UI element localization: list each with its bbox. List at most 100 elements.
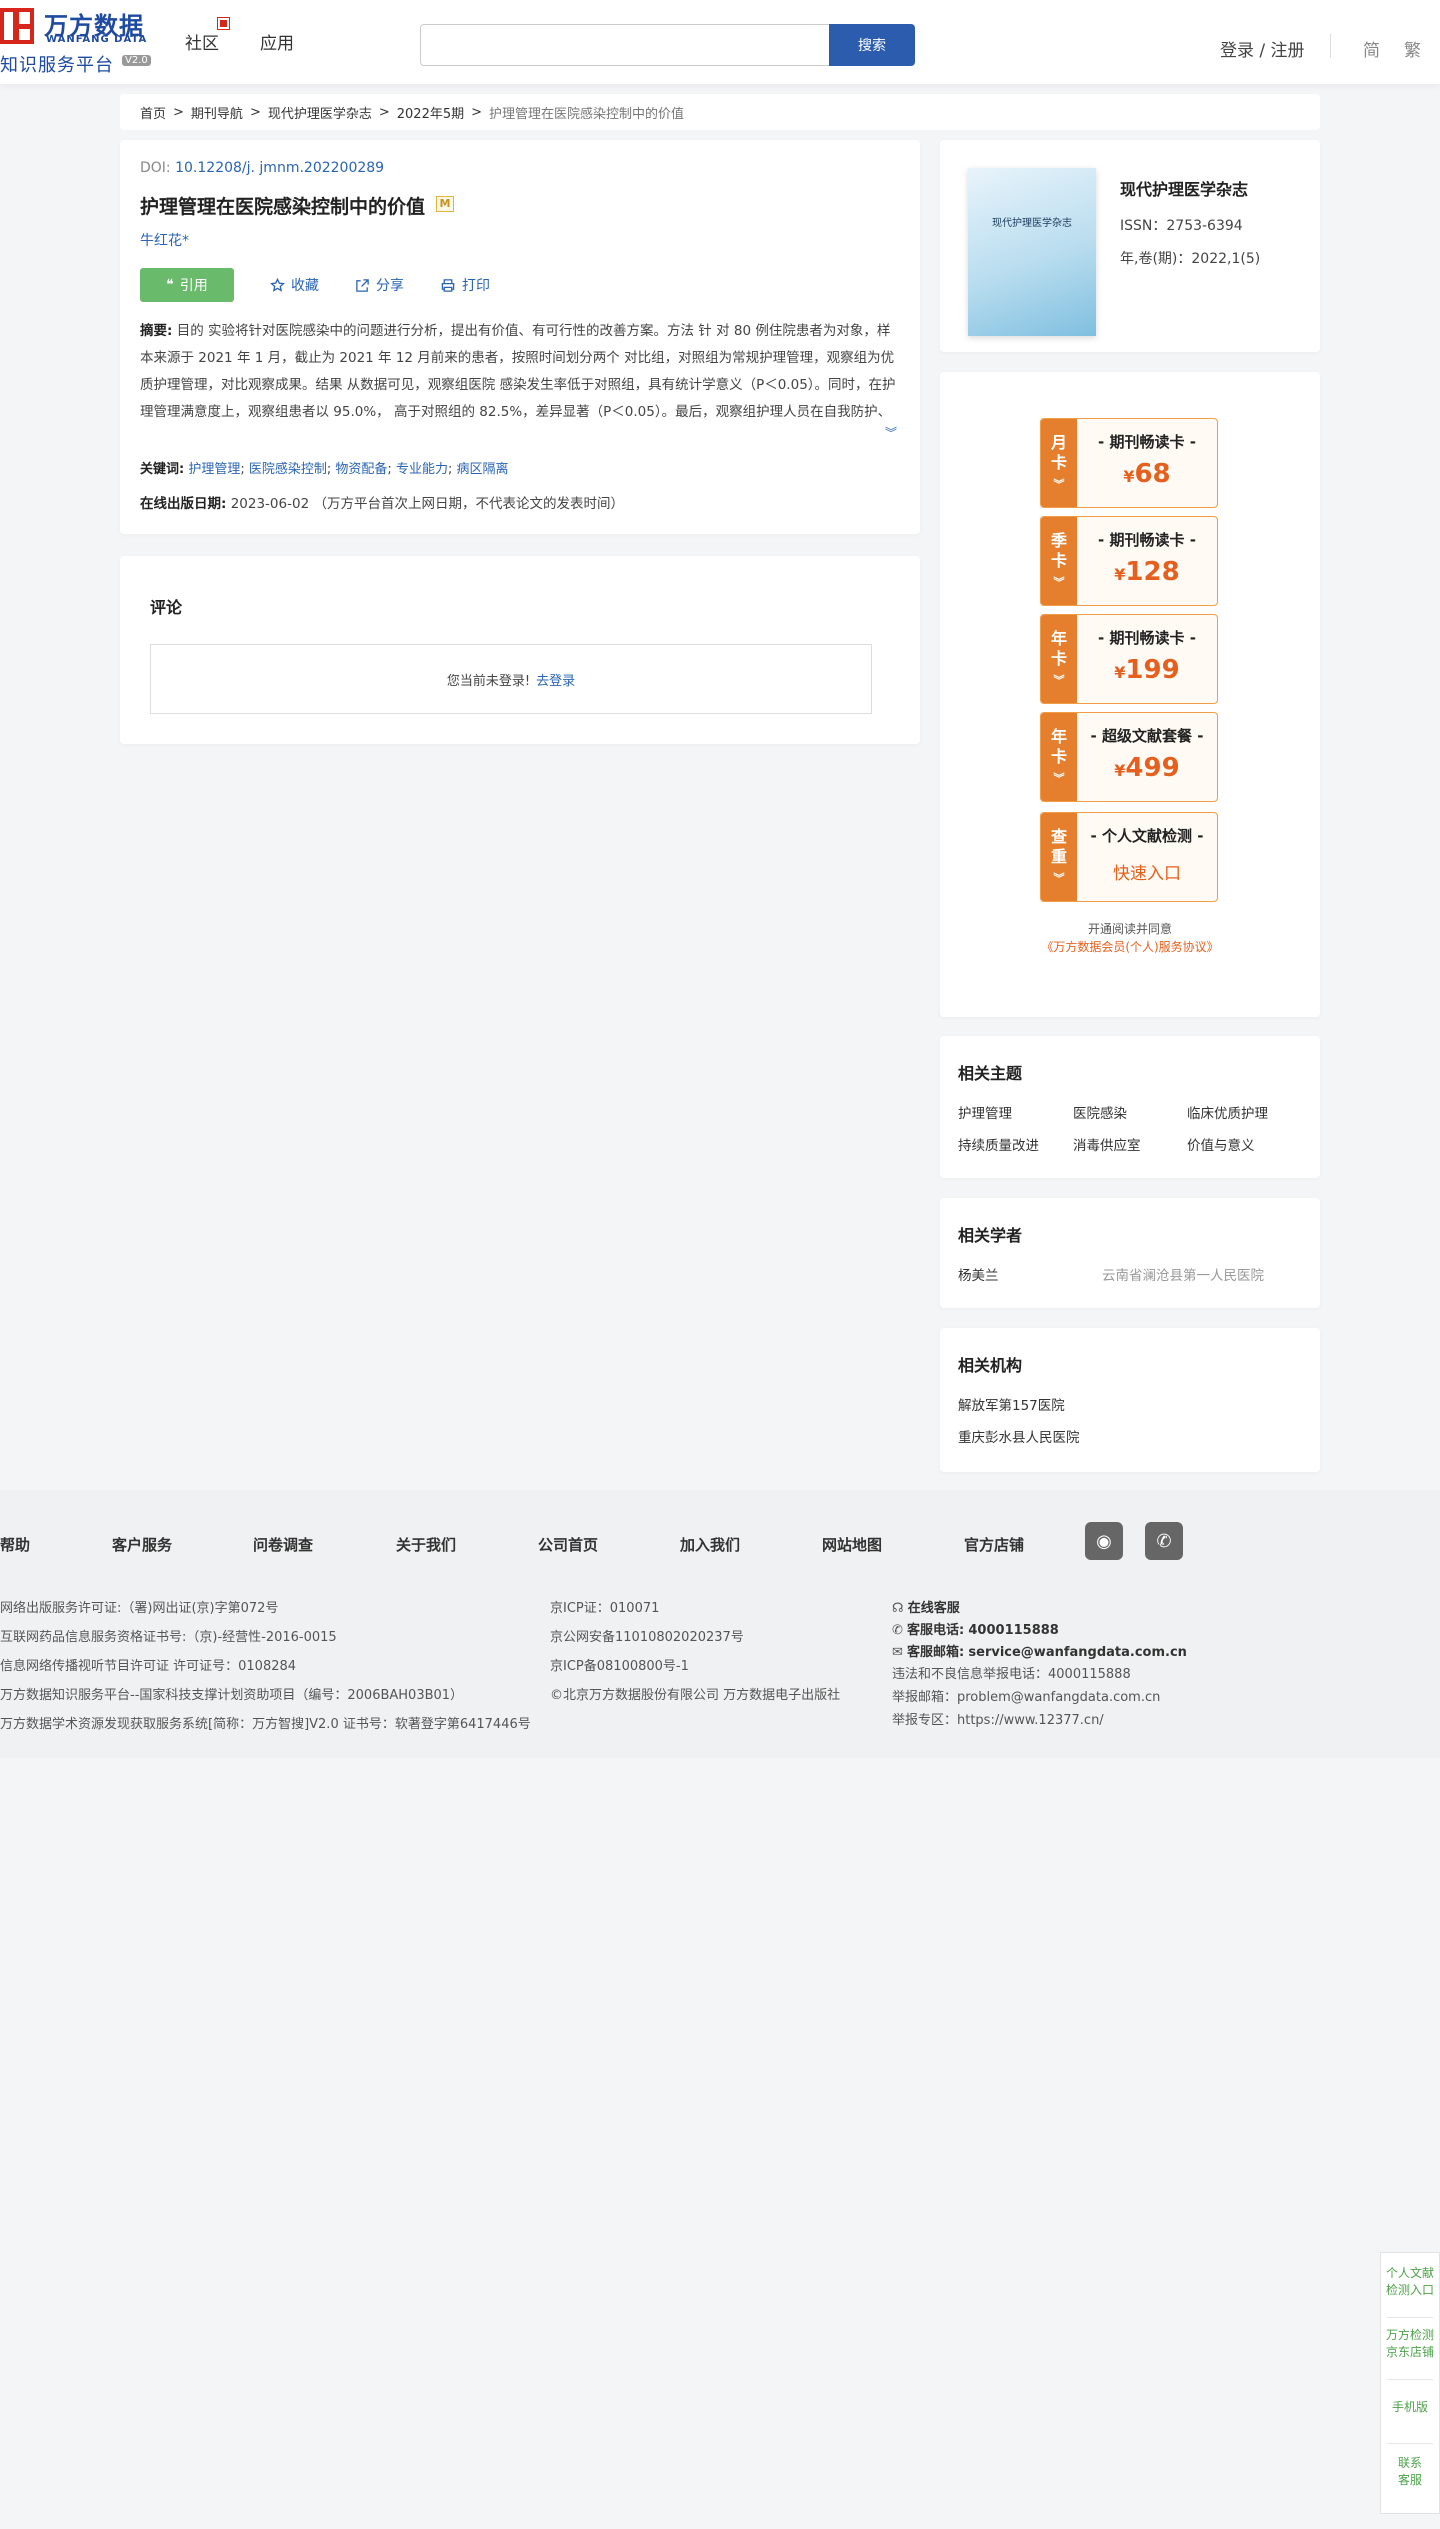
vip-price: ¥128 xyxy=(1077,557,1217,587)
breadcrumb-issue[interactable]: 2022年5期 xyxy=(397,103,464,122)
abstract-text: 目的 实验将针对医院感染中的问题进行分析，提出有价值、有可行性的改善方案。方法 … xyxy=(140,323,896,420)
double-chevron-icon: ︾ xyxy=(1053,674,1065,687)
topic-link[interactable]: 价值与意义 xyxy=(1187,1134,1255,1154)
breadcrumb-home[interactable]: 首页 xyxy=(140,103,166,122)
version-badge: V2.0 xyxy=(122,55,151,66)
vip-title: - 期刊畅读卡 - xyxy=(1098,433,1196,451)
vip-monthly-card[interactable]: 月卡 ︾ - 期刊畅读卡 - ¥68 xyxy=(1040,418,1218,508)
orgs-title: 相关机构 xyxy=(958,1356,1023,1375)
vip-tag-char: 卡 xyxy=(1050,649,1067,668)
float-mobile[interactable]: 手机版 xyxy=(1381,2399,1439,2416)
footer-link-store[interactable]: 官方店铺 xyxy=(964,1534,1024,1555)
vip-price-value: 128 xyxy=(1125,557,1180,587)
scholars-title: 相关学者 xyxy=(958,1226,1023,1245)
m-badge-icon: M xyxy=(436,196,454,212)
plagiarism-check-card[interactable]: 查重 ︾ - 个人文献检测 - 快速入口 xyxy=(1040,812,1218,902)
keyword-link[interactable]: 病区隔离 xyxy=(456,462,508,477)
scholar-name[interactable]: 杨美兰 xyxy=(958,1264,999,1284)
float-jd-store[interactable]: 万方检测京东店铺 xyxy=(1381,2327,1439,2361)
vip-tag-char: 卡 xyxy=(1050,453,1067,472)
footer-link-about[interactable]: 关于我们 xyxy=(396,1534,456,1555)
lang-traditional[interactable]: 繁 xyxy=(1404,36,1421,61)
footer-icp: 京ICP证：010071 xyxy=(550,1601,660,1616)
search-input[interactable] xyxy=(420,24,830,66)
logo-mark-icon xyxy=(0,8,34,44)
vip-quarterly-card[interactable]: 季卡 ︾ - 期刊畅读卡 - ¥128 xyxy=(1040,516,1218,606)
org-link[interactable]: 解放军第157医院 xyxy=(958,1394,1065,1414)
breadcrumb-journal[interactable]: 现代护理医学杂志 xyxy=(268,103,372,122)
keyword-link[interactable]: 护理管理 xyxy=(188,462,240,477)
topic-link[interactable]: 持续质量改进 xyxy=(958,1134,1039,1154)
membership-card: 月卡 ︾ - 期刊畅读卡 - ¥68 季卡 ︾ - 期刊畅读卡 - ¥128 年卡 ︾… xyxy=(940,372,1320,1017)
nav-community[interactable]: 社区 xyxy=(185,29,219,54)
favorite-label: 收藏 xyxy=(291,278,319,294)
nav-apps[interactable]: 应用 xyxy=(260,29,294,54)
email-value[interactable]: service@wanfangdata.com.cn xyxy=(968,1645,1187,1660)
weibo-icon[interactable]: ◉ xyxy=(1085,1522,1123,1560)
vip-yearly-card[interactable]: 年卡 ︾ - 期刊畅读卡 - ¥199 xyxy=(1040,614,1218,704)
journal-cover[interactable]: 现代护理医学杂志 xyxy=(968,168,1096,336)
footer-license: 网络出版服务许可证:（署)网出证(京)字第072号 xyxy=(0,1601,279,1616)
search-button[interactable]: 搜索 xyxy=(829,24,915,66)
cover-title: 现代护理医学杂志 xyxy=(992,218,1072,229)
vip-tag-char: 月 xyxy=(1050,433,1067,452)
keyword-link[interactable]: 物资配备 xyxy=(335,462,387,477)
pubdate-value: 2023-06-02 xyxy=(230,496,310,512)
footer-link-survey[interactable]: 问卷调查 xyxy=(253,1534,313,1555)
footer-link-service[interactable]: 客户服务 xyxy=(112,1534,172,1555)
footer-link-join[interactable]: 加入我们 xyxy=(680,1534,740,1555)
cite-button[interactable]: ❝ 引用 xyxy=(140,268,234,302)
breadcrumb-journals[interactable]: 期刊导航 xyxy=(191,103,243,122)
topic-link[interactable]: 护理管理 xyxy=(958,1102,1012,1122)
footer-license: 信息网络传播视听节目许可证 许可证号：0108284 xyxy=(0,1659,297,1674)
report-zone[interactable]: 举报专区：https://www.12377.cn/ xyxy=(892,1709,1104,1728)
topic-link[interactable]: 医院感染 xyxy=(1073,1102,1127,1122)
related-orgs-card: 相关机构 解放军第157医院 重庆彭水县人民医院 xyxy=(940,1328,1320,1472)
footer-link-help[interactable]: 帮助 xyxy=(0,1534,30,1555)
topic-link[interactable]: 临床优质护理 xyxy=(1187,1102,1268,1122)
footer-license: 万方数据知识服务平台--国家科技支撑计划资助项目（编号：2006BAH03B01… xyxy=(0,1688,464,1703)
pubdate-note: （万方平台首次上网日期，不代表论文的发表时间） xyxy=(313,496,624,512)
vip-price-value: 499 xyxy=(1125,753,1180,783)
double-chevron-icon: ︾ xyxy=(1053,772,1065,785)
printer-icon xyxy=(441,278,455,292)
float-contact-service[interactable]: 联系客服 xyxy=(1381,2455,1439,2489)
go-login-link[interactable]: 去登录 xyxy=(536,670,575,689)
logo-subtitle: 知识服务平台 xyxy=(0,55,114,76)
journal-name[interactable]: 现代护理医学杂志 xyxy=(1120,176,1248,200)
expand-chevron-icon[interactable]: ︾ xyxy=(885,424,897,441)
favorite-button[interactable]: 收藏 xyxy=(270,275,319,295)
footer-icp[interactable]: 京公网安备11010802020237号 xyxy=(550,1626,744,1645)
wanfang-logo[interactable]: 万方数据 WANFANG DATA 知识服务平台 V2.0 xyxy=(0,6,160,76)
doi-link[interactable]: 10.12208/j. jmnm.202200289 xyxy=(175,160,384,176)
breadcrumb-current: 护理管理在医院感染控制中的价值 xyxy=(489,106,685,122)
phone-label: 客服电话: xyxy=(907,1623,965,1638)
footer-link-sitemap[interactable]: 网站地图 xyxy=(822,1534,882,1555)
topic-link[interactable]: 消毒供应室 xyxy=(1073,1134,1141,1154)
journal-volume: 年,卷(期)：2022,1(5) xyxy=(1120,251,1261,267)
footer-icp[interactable]: 京ICP备08100800号-1 xyxy=(550,1655,689,1674)
wechat-icon[interactable]: ✆ xyxy=(1145,1522,1183,1560)
currency-symbol: ¥ xyxy=(1123,467,1135,486)
print-button[interactable]: 打印 xyxy=(440,275,490,295)
cite-label: 引用 xyxy=(179,278,208,294)
pubdate-line: 在线出版日期: 2023-06-02 （万方平台首次上网日期，不代表论文的发表时… xyxy=(140,492,624,512)
float-plagiarism-entry[interactable]: 个人文献检测入口 xyxy=(1381,2265,1439,2299)
keyword-link[interactable]: 专业能力 xyxy=(396,462,448,477)
currency-symbol: ¥ xyxy=(1114,565,1126,584)
vip-tag-char: 卡 xyxy=(1050,551,1067,570)
login-register-link[interactable]: 登录 / 注册 xyxy=(1220,36,1305,61)
lang-simplified[interactable]: 简 xyxy=(1363,36,1380,61)
share-button[interactable]: 分享 xyxy=(355,275,404,295)
author-link[interactable]: 牛红花* xyxy=(140,230,189,250)
keyword-link[interactable]: 医院感染控制 xyxy=(249,462,327,477)
footer-link-company[interactable]: 公司首页 xyxy=(538,1534,598,1555)
agreement-link[interactable]: 《万方数据会员(个人)服务协议》 xyxy=(1041,940,1218,954)
headset-icon: ☊ xyxy=(892,1601,904,1616)
online-service-link[interactable]: ☊ 在线客服 xyxy=(892,1597,960,1616)
article-card: DOI: 10.12208/j. jmnm.202200289 护理管理在医院感… xyxy=(120,140,920,534)
footer-license: 互联网药品信息服务资格证书号:（京)-经营性-2016-0015 xyxy=(0,1630,337,1645)
doi-line: DOI: 10.12208/j. jmnm.202200289 xyxy=(140,160,384,176)
vip-super-package-card[interactable]: 年卡 ︾ - 超级文献套餐 - ¥499 xyxy=(1040,712,1218,802)
org-link[interactable]: 重庆彭水县人民医院 xyxy=(958,1426,1080,1446)
